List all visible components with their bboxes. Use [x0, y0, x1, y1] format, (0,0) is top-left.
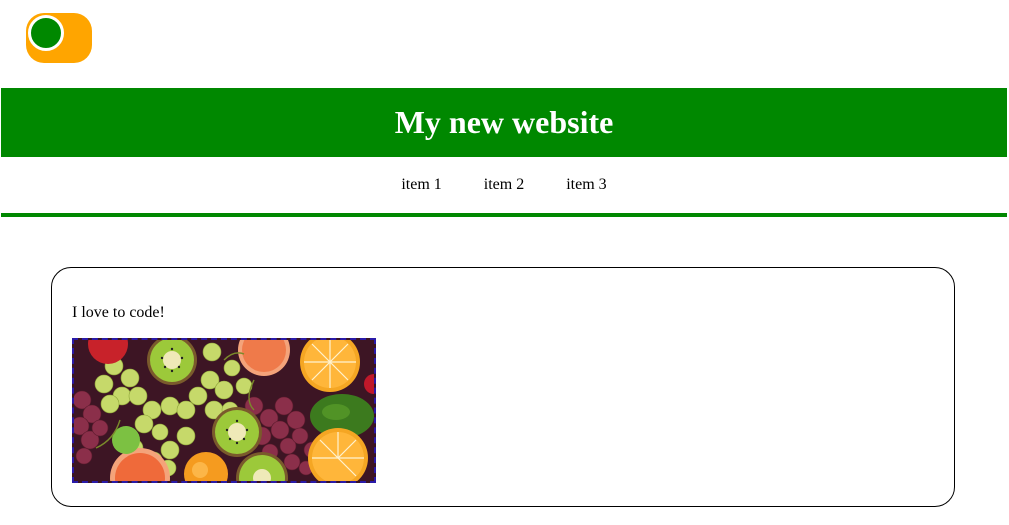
logo[interactable] — [26, 13, 92, 63]
fruit-illustration — [74, 340, 374, 481]
nav-item-1[interactable]: item 1 — [401, 176, 441, 194]
site-header: My new website — [1, 88, 1007, 157]
page: My new website item 1 item 2 item 3 I lo… — [0, 0, 1009, 525]
nav-item-3[interactable]: item 3 — [566, 176, 606, 194]
content-card: I love to code! — [51, 267, 955, 507]
fruit-image — [72, 338, 376, 483]
logo-dot-shape — [28, 15, 64, 51]
main-nav: item 1 item 2 item 3 — [1, 157, 1007, 217]
nav-item-2[interactable]: item 2 — [484, 176, 524, 194]
page-title: My new website — [394, 104, 614, 140]
intro-text: I love to code! — [72, 304, 165, 321]
